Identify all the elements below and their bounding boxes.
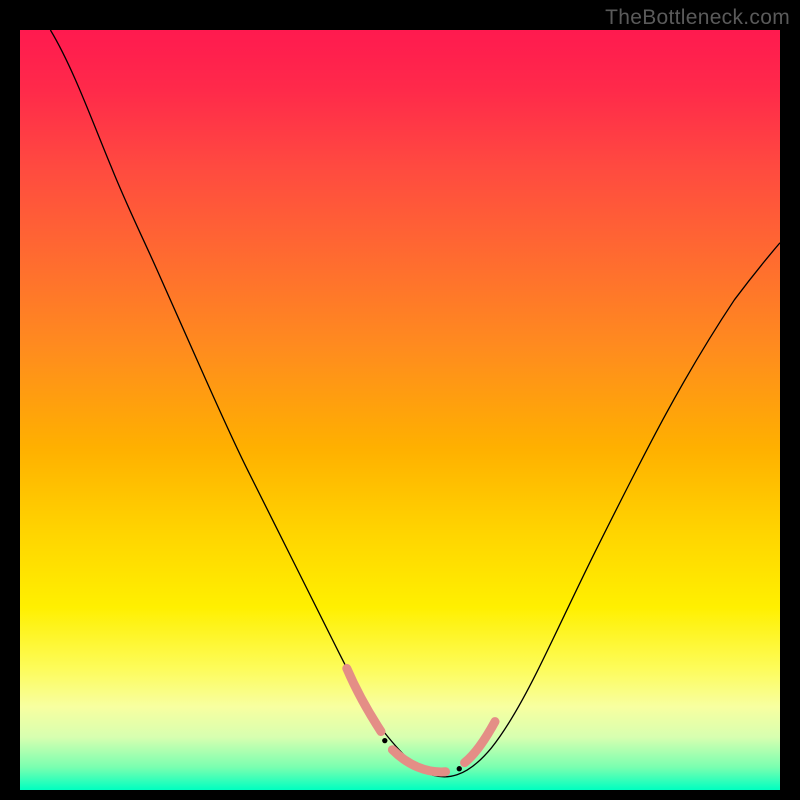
band-dot xyxy=(382,738,387,743)
plot-area xyxy=(20,30,780,790)
watermark-text: TheBottleneck.com xyxy=(605,6,790,30)
min-band-left xyxy=(347,668,381,731)
min-band-mid xyxy=(392,750,445,772)
band-dot xyxy=(457,766,462,771)
chart-frame: TheBottleneck.com xyxy=(0,0,800,800)
min-band-right xyxy=(465,722,495,763)
bottleneck-curve xyxy=(50,30,780,777)
curve-layer xyxy=(20,30,780,790)
